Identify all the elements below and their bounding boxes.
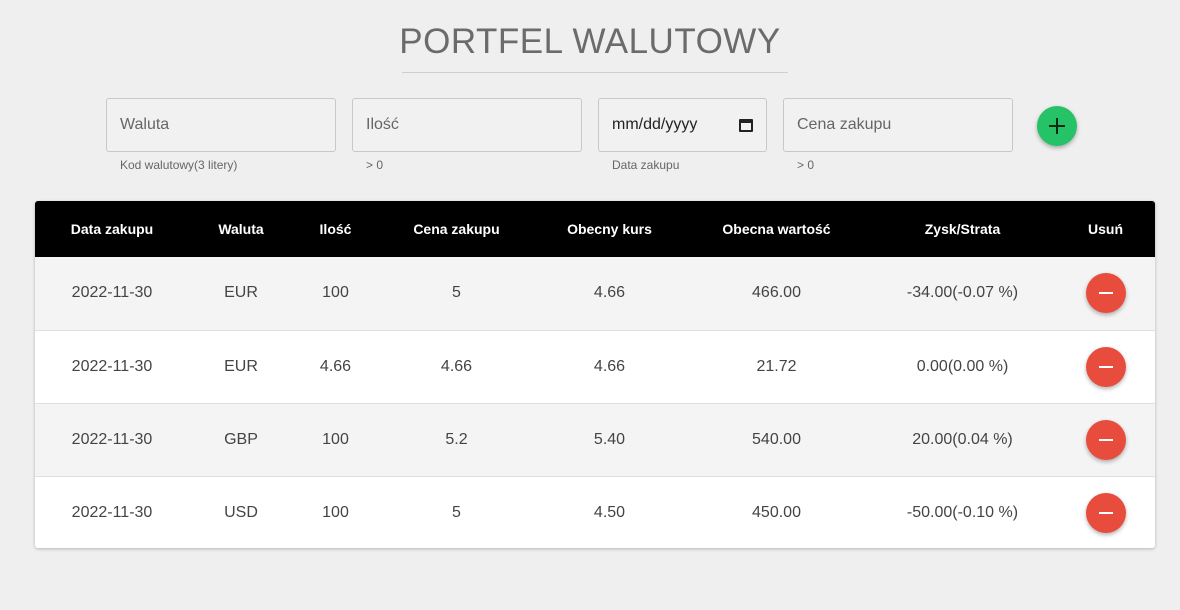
page-title: PORTFEL WALUTOWY (399, 22, 781, 61)
cell-delete (1056, 476, 1155, 548)
title-divider (402, 72, 788, 73)
cell-profit-loss: -34.00(-0.07 %) (906, 284, 1019, 302)
cell-currency: EUR (224, 284, 258, 302)
page: PORTFEL WALUTOWY Kod walutowy(3 litery) … (0, 0, 1180, 610)
header-profit-loss: Zysk/Strata (924, 221, 1001, 237)
cell-profit-loss: 20.00(0.04 %) (912, 430, 1013, 448)
cell-quantity: 4.66 (319, 357, 352, 375)
header-quantity: Ilość (319, 221, 352, 237)
cell-purchase-date: 2022-11-30 (71, 357, 153, 375)
minus-icon (1098, 511, 1113, 514)
minus-icon (1098, 438, 1113, 441)
cell-purchase-date: 2022-11-30 (71, 284, 153, 302)
add-button[interactable] (1037, 106, 1077, 146)
table-row: 2022-11-30 GBP 100 5.2 5.40 540.00 20.00… (35, 403, 1155, 476)
cell-purchase-price: 4.66 (440, 357, 473, 375)
table-header-row: Data zakupu Waluta Ilość Cena zakupu Obe… (35, 201, 1155, 257)
cell-purchase-price: 5 (452, 284, 461, 302)
cell-currency: GBP (224, 430, 258, 448)
cell-purchase-price: 5 (452, 503, 461, 521)
currency-input[interactable] (106, 98, 336, 152)
minus-icon (1098, 292, 1113, 295)
currency-helper-text: Kod walutowy(3 litery) (120, 158, 238, 172)
cell-current-rate: 4.66 (593, 357, 626, 375)
header-current-rate: Obecny kurs (567, 221, 652, 237)
cell-current-value: 21.72 (756, 357, 797, 375)
header-current-value: Obecna wartość (722, 221, 831, 237)
table-row: 2022-11-30 USD 100 5 4.50 450.00 -50.00(… (35, 476, 1155, 548)
cell-currency: EUR (224, 357, 258, 375)
delete-button[interactable] (1085, 346, 1126, 387)
header-purchase-price: Cena zakupu (413, 221, 500, 237)
purchase-date-input[interactable]: mm/dd/yyyy (598, 98, 767, 152)
header-purchase-date: Data zakupu (70, 221, 154, 237)
delete-button[interactable] (1085, 419, 1126, 460)
cell-delete (1056, 403, 1155, 476)
cell-current-value: 466.00 (752, 284, 801, 302)
cell-quantity: 100 (322, 503, 349, 521)
cell-quantity: 100 (322, 284, 349, 302)
cell-current-rate: 5.40 (593, 430, 626, 448)
delete-button[interactable] (1085, 492, 1126, 533)
date-input-value: mm/dd/yyyy (612, 116, 698, 133)
cell-current-value: 450.00 (752, 503, 801, 521)
purchase-price-input[interactable] (783, 98, 1013, 152)
quantity-input[interactable] (352, 98, 582, 152)
plus-icon (1049, 118, 1065, 134)
cell-purchase-date: 2022-11-30 (71, 503, 153, 521)
minus-icon (1098, 365, 1113, 368)
cell-delete (1056, 257, 1155, 330)
table-row: 2022-11-30 EUR 4.66 4.66 4.66 21.72 0.00… (35, 330, 1155, 403)
cell-quantity: 100 (322, 430, 349, 448)
date-helper-text: Data zakupu (612, 158, 680, 172)
delete-button[interactable] (1085, 273, 1126, 314)
header-delete: Usuń (1088, 221, 1123, 237)
table-row: 2022-11-30 EUR 100 5 4.66 466.00 -34.00(… (35, 257, 1155, 330)
cell-profit-loss: 0.00(0.00 %) (916, 357, 1009, 375)
cell-currency: USD (224, 503, 258, 521)
cell-purchase-price: 5.2 (445, 430, 468, 448)
price-helper-text: > 0 (797, 158, 815, 172)
header-currency: Waluta (218, 221, 264, 237)
cell-purchase-date: 2022-11-30 (71, 430, 153, 448)
quantity-helper-text: > 0 (366, 158, 384, 172)
calendar-icon[interactable] (739, 118, 753, 132)
cell-current-value: 540.00 (752, 430, 801, 448)
cell-current-rate: 4.50 (593, 503, 626, 521)
cell-profit-loss: -50.00(-0.10 %) (906, 503, 1019, 521)
cell-current-rate: 4.66 (593, 284, 626, 302)
cell-delete (1056, 330, 1155, 403)
portfolio-table: Data zakupu Waluta Ilość Cena zakupu Obe… (35, 201, 1155, 548)
